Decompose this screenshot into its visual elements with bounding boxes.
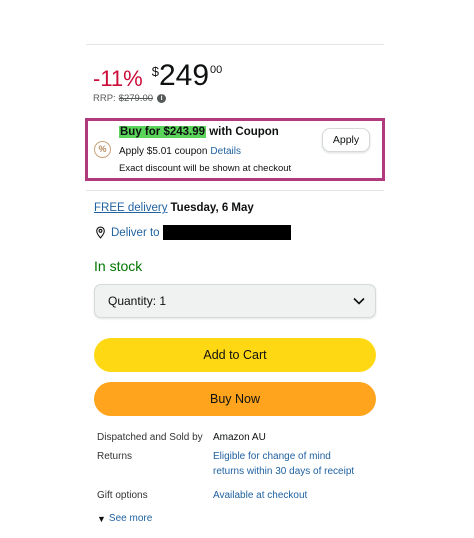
deliver-to-link[interactable]: Deliver to — [94, 225, 291, 240]
returns-line-2: returns within 30 days of receipt — [213, 466, 355, 477]
discount-percentage: -11% — [93, 66, 143, 91]
gift-options-link[interactable]: Available at checkout — [213, 488, 307, 503]
coupon-percent-icon: % — [94, 141, 111, 158]
price-block: -11% $ 249 00 — [93, 58, 222, 94]
coupon-suffix: with Coupon — [206, 126, 279, 138]
coupon-details-link[interactable]: Details — [210, 146, 241, 157]
chevron-down-small-icon: ▼ — [97, 513, 106, 524]
returns-policy-link[interactable]: Eligible for change of mind returns with… — [213, 449, 354, 479]
top-divider — [86, 44, 384, 45]
location-pin-icon — [96, 226, 105, 239]
add-to-cart-button[interactable]: Add to Cart — [94, 338, 376, 372]
stock-status: In stock — [94, 258, 143, 274]
coupon-apply-text-row: Apply $5.01 coupon Details — [119, 146, 241, 157]
coupon-note: Exact discount will be shown at checkout — [119, 163, 292, 174]
coupon-price-highlight: Buy for $243.99 — [119, 126, 207, 138]
coupon-amount-text: Apply $5.01 coupon — [119, 146, 208, 157]
see-more-label: See more — [108, 513, 153, 524]
rrp-label: RRP: — [93, 93, 116, 104]
coupon-box: % Buy for $243.99 with Coupon Apply $5.0… — [85, 118, 385, 181]
coupon-offer-text: Buy for $243.99 with Coupon — [119, 126, 279, 138]
returns-label: Returns — [97, 451, 133, 462]
dispatched-label: Dispatched and Sold by — [97, 432, 203, 443]
rrp-row: RRP: $279.00 i — [93, 93, 167, 104]
price-currency-symbol: $ — [151, 64, 159, 79]
delivery-row: FREE delivery Tuesday, 6 May — [94, 202, 254, 214]
gift-options-label: Gift options — [97, 490, 148, 501]
info-icon[interactable]: i — [157, 94, 167, 103]
buy-now-button[interactable]: Buy Now — [94, 382, 376, 416]
price-fraction: 00 — [210, 64, 223, 76]
returns-line-1: Eligible for change of mind — [213, 451, 331, 462]
deliver-to-label: Deliver to — [111, 226, 160, 239]
mid-divider — [86, 190, 384, 191]
quantity-label: Quantity: 1 — [108, 294, 167, 308]
apply-coupon-button[interactable]: Apply — [322, 128, 370, 152]
delivery-date: Tuesday, 6 May — [170, 202, 254, 214]
dispatched-value: Amazon AU — [213, 432, 266, 443]
free-delivery-link[interactable]: FREE delivery — [94, 202, 168, 214]
chevron-down-icon — [353, 297, 365, 305]
quantity-dropdown[interactable]: Quantity: 1 — [94, 284, 376, 318]
see-more-link[interactable]: ▼ See more — [97, 513, 152, 524]
price-whole: 249 — [158, 59, 210, 92]
redacted-address — [162, 225, 291, 240]
rrp-value: $279.00 — [118, 93, 154, 104]
